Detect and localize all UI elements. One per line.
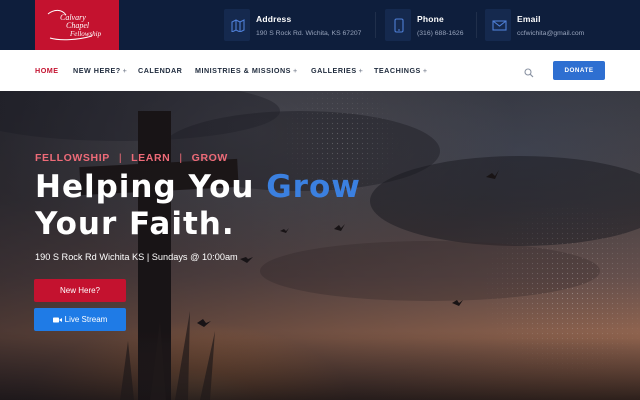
nav-item-ministries[interactable]: MINISTRIES & MISSIONS + <box>195 66 298 75</box>
contact-address-value: 190 S Rock Rd. Wichita, KS 67207 <box>256 30 362 37</box>
logo-line-2: Chapel <box>66 21 90 30</box>
nav-item-label: TEACHINGS <box>374 66 421 75</box>
live-stream-button[interactable]: Live Stream <box>34 308 126 331</box>
new-here-button[interactable]: New Here? <box>34 279 126 302</box>
nav-item-calendar[interactable]: CALENDAR <box>138 66 182 75</box>
nav-item-label: CALENDAR <box>138 66 183 75</box>
plus-icon: + <box>358 66 364 75</box>
contact-phone: Phone (316) 688-1626 <box>385 9 463 42</box>
donate-button[interactable]: DONATE <box>553 61 605 80</box>
nav-item-galleries[interactable]: GALLERIES + <box>311 66 363 75</box>
main-nav: HOME NEW HERE? + CALENDAR MINISTRIES & MI… <box>0 50 640 91</box>
headline-part-1: Helping You <box>35 169 267 205</box>
hero-tagline: FELLOWSHIP | LEARN | GROW <box>35 152 228 164</box>
contact-address: Address 190 S Rock Rd. Wichita, KS 67207 <box>224 9 362 42</box>
contact-phone-label: Phone <box>417 14 444 24</box>
top-bar: Calvary Chapel Fellowship Address 190 S … <box>0 0 640 50</box>
nav-item-new-here[interactable]: NEW HERE? + <box>73 66 127 75</box>
plus-icon: + <box>422 66 428 75</box>
contact-phone-value[interactable]: (316) 688-1626 <box>417 30 463 37</box>
headline-accent: Grow <box>266 169 361 205</box>
contact-email: Email ccfwichita@gmail.com <box>485 9 584 42</box>
hero-headline: Helping You Grow Your Faith. <box>35 169 361 243</box>
divider <box>476 12 477 38</box>
envelope-icon <box>485 9 511 41</box>
plus-icon: + <box>292 66 298 75</box>
tagline-item: FELLOWSHIP <box>35 152 110 164</box>
logo[interactable]: Calvary Chapel Fellowship <box>35 0 119 50</box>
nav-item-home[interactable]: HOME <box>35 66 59 75</box>
live-stream-label: Live Stream <box>64 315 108 324</box>
divider <box>375 12 376 38</box>
contact-email-label: Email <box>517 14 541 24</box>
tagline-item: LEARN <box>131 152 171 164</box>
logo-line-3: Fellowship <box>69 30 102 38</box>
logo-mark: Calvary Chapel Fellowship <box>47 9 102 41</box>
nav-item-label: GALLERIES <box>311 66 357 75</box>
nav-item-label: MINISTRIES & MISSIONS <box>195 66 291 75</box>
plus-icon: + <box>122 66 128 75</box>
phone-icon <box>385 9 411 41</box>
hero-address-line: 190 S Rock Rd Wichita KS | Sundays @ 10:… <box>35 252 238 262</box>
headline-line-2: Your Faith. <box>35 206 235 242</box>
hero-overlay <box>0 91 640 400</box>
nav-item-teachings[interactable]: TEACHINGS + <box>374 66 428 75</box>
nav-item-label: HOME <box>35 66 59 75</box>
contact-address-label: Address <box>256 14 292 24</box>
tagline-separator: | <box>118 152 123 164</box>
video-camera-icon <box>52 317 62 322</box>
map-icon <box>224 9 250 41</box>
hero-banner: FELLOWSHIP | LEARN | GROW Helping You Grow Y… <box>0 91 640 400</box>
tagline-item: GROW <box>191 152 228 164</box>
search-icon[interactable] <box>524 65 534 78</box>
tagline-separator: | <box>179 152 183 164</box>
nav-item-label: NEW HERE? <box>73 66 121 75</box>
contact-email-value[interactable]: ccfwichita@gmail.com <box>517 30 584 37</box>
